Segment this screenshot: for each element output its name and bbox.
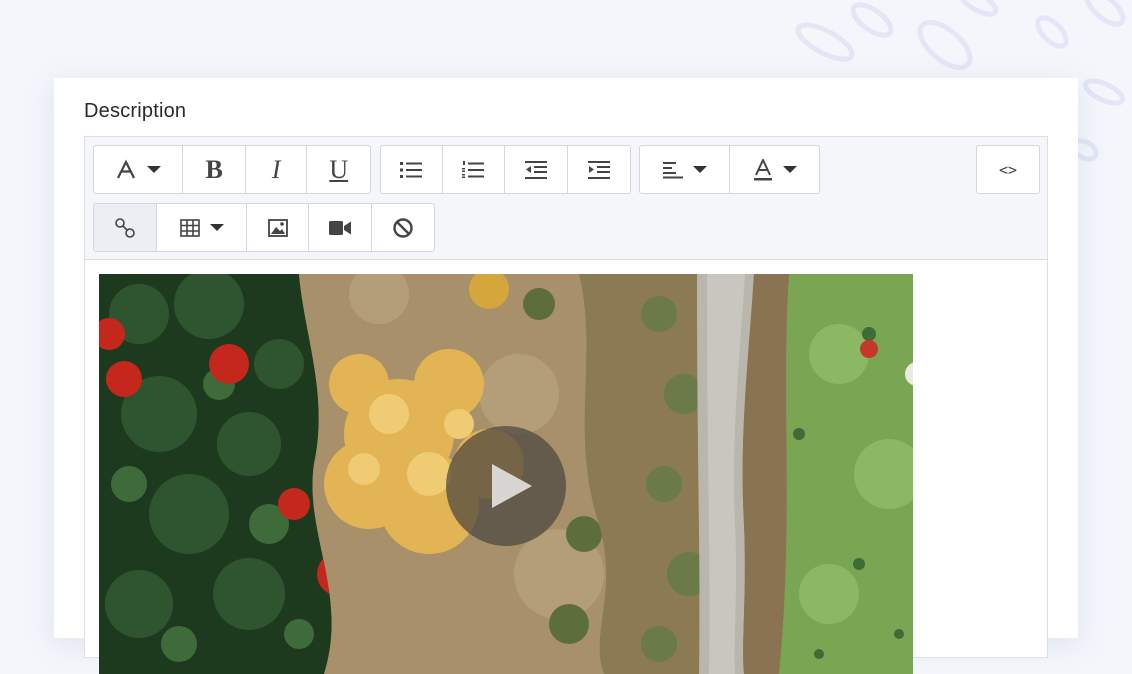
video-play-button[interactable] [446,426,566,546]
table-dropdown-button[interactable] [157,204,247,251]
indent-button[interactable] [568,146,630,193]
chevron-down-icon [782,166,797,173]
font-style-group: B I U [93,145,371,194]
bullet-list-icon [400,161,423,178]
align-dropdown-button[interactable] [640,146,730,193]
code-view-button[interactable]: <> [977,146,1039,193]
outdent-button[interactable] [505,146,568,193]
text-color-dropdown-button[interactable] [730,146,819,193]
numbered-list-button[interactable] [443,146,506,193]
link-button[interactable] [94,204,157,251]
underline-icon: U [329,154,349,184]
chevron-down-icon [209,224,224,231]
description-card: Description B I U <> [54,78,1078,674]
align-left-icon [662,161,683,178]
list-indent-group [380,145,631,194]
description-label: Description [84,100,187,122]
bold-icon: B [205,154,223,184]
clear-formatting-button[interactable] [372,204,434,251]
underline-button[interactable]: U [307,146,370,193]
insert-group [93,203,435,252]
numbered-list-icon [462,160,485,178]
chevron-down-icon [147,166,162,173]
bullet-list-button[interactable] [381,146,443,193]
video-button[interactable] [309,204,372,251]
indent-icon [587,160,610,179]
bold-button[interactable]: B [183,146,246,193]
rich-text-editor: B I U <> [84,136,1048,674]
image-icon [267,218,288,237]
text-color-icon [753,158,772,180]
editor-content[interactable] [85,261,1047,674]
italic-icon: I [271,154,281,184]
image-button[interactable] [247,204,309,251]
ban-icon [393,217,413,238]
code-view-group: <> [976,145,1040,194]
play-icon [492,464,532,508]
chevron-down-icon [692,166,707,173]
link-icon [115,217,135,238]
embedded-video[interactable] [99,274,913,674]
editor-toolbar: B I U <> [85,137,1047,260]
italic-button[interactable]: I [246,146,308,193]
font-dropdown-button[interactable] [94,146,184,193]
font-icon [117,159,136,178]
table-icon [179,218,200,237]
video-camera-icon [329,220,351,235]
align-color-group [639,145,820,194]
outdent-icon [524,160,547,179]
